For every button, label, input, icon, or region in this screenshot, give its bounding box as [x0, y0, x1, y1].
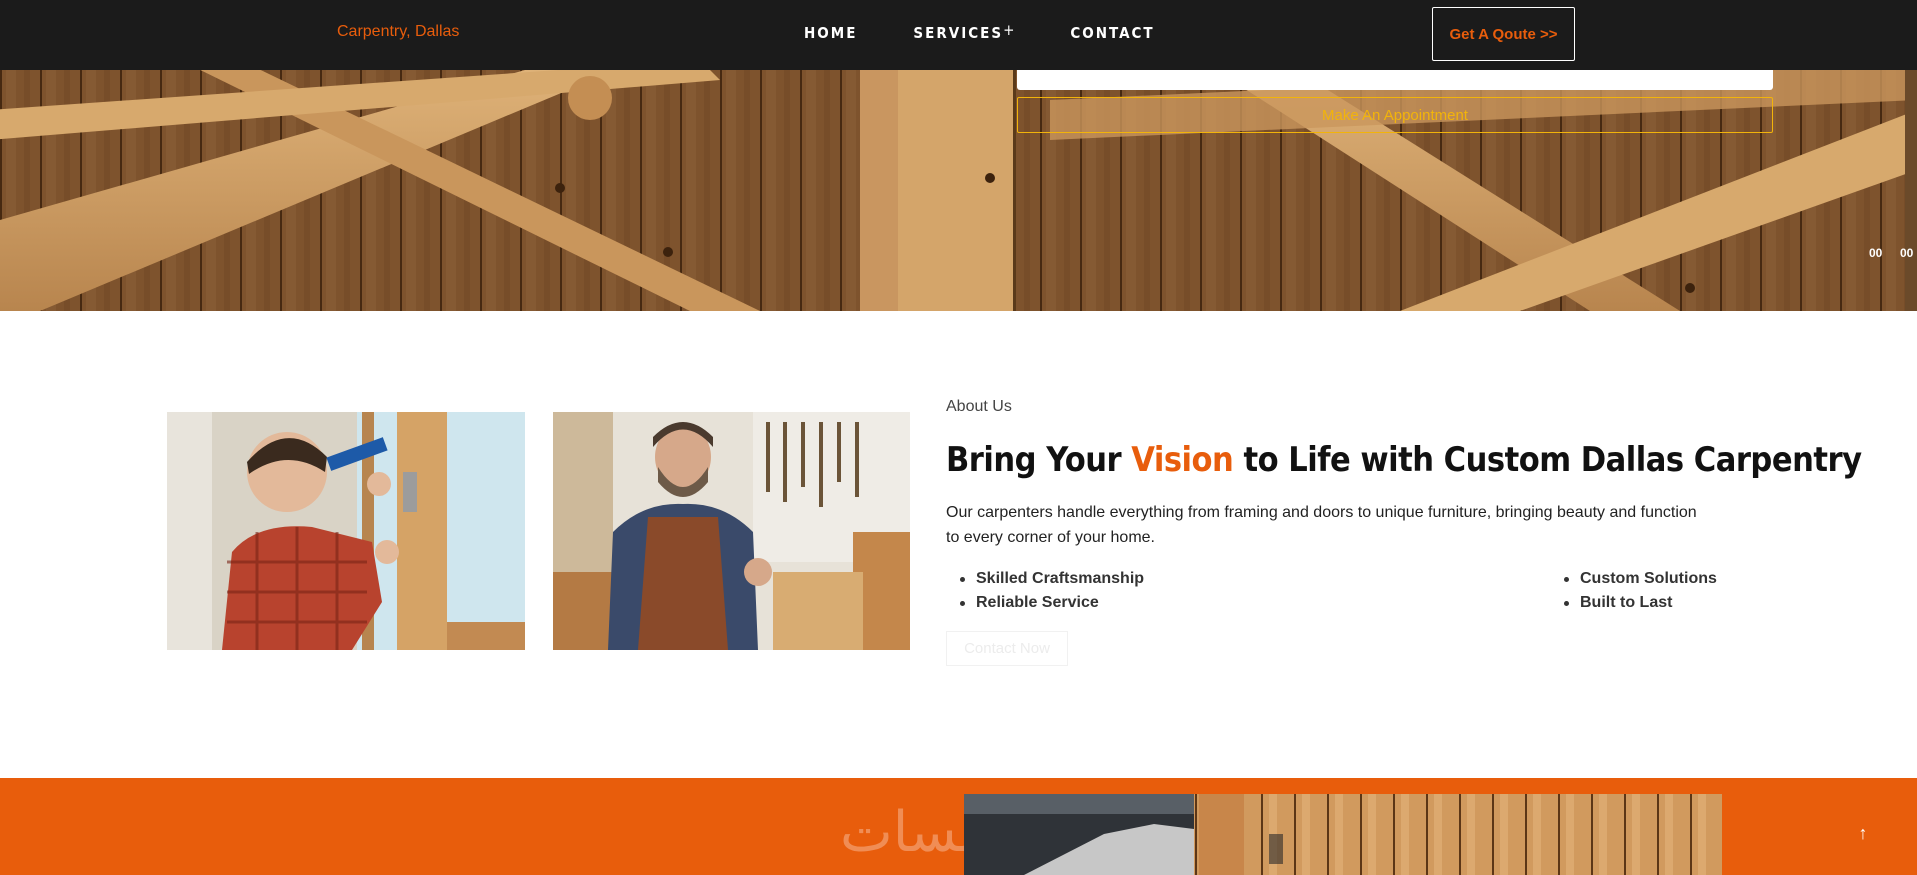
scroll-to-top-button[interactable]: ↑ — [1850, 820, 1876, 846]
wood-fence-photo — [964, 794, 1722, 875]
nav-home[interactable]: HOME — [804, 24, 857, 42]
nav-services[interactable]: SERVICES+ — [913, 21, 1015, 42]
list-item: Reliable Service — [946, 591, 1144, 615]
brand-text[interactable]: Carpentry, Dallas — [337, 23, 459, 41]
list-item: Skilled Craftsmanship — [946, 567, 1144, 591]
section-description: Our carpenters handle everything from fr… — [946, 504, 1697, 546]
contact-now-button[interactable]: Contact Now — [946, 631, 1068, 666]
title-part: Bring Your — [946, 440, 1132, 480]
main-nav: HOME SERVICES+ CONTACT — [804, 21, 1211, 42]
nav-services-label: SERVICES — [913, 24, 1004, 42]
section-label: About Us — [946, 398, 1012, 415]
counter-value: 00 — [1869, 246, 1883, 260]
counter-value: 00 — [1900, 246, 1914, 260]
carpenter-installing-lock-photo — [167, 412, 525, 650]
get-quote-button[interactable]: Get A Qoute >> — [1432, 7, 1575, 61]
features-list-right: Custom Solutions Built to Last — [1550, 567, 1717, 615]
form-input-field[interactable] — [1017, 70, 1773, 90]
section-title: Bring Your Vision to Life with Custom Da… — [946, 440, 1862, 480]
site-header: Carpentry, Dallas HOME SERVICES+ CONTACT… — [0, 0, 1917, 70]
features-list-left: Skilled Craftsmanship Reliable Service — [946, 567, 1144, 615]
plus-icon: + — [1003, 21, 1015, 39]
title-accent: Vision — [1131, 440, 1234, 480]
nav-contact[interactable]: CONTACT — [1070, 24, 1154, 42]
list-item: Custom Solutions — [1550, 567, 1717, 591]
title-part: to Life with Custom Dallas Carpentry — [1233, 440, 1862, 480]
smiling-carpenter-workshop-photo — [553, 412, 910, 650]
list-item: Built to Last — [1550, 591, 1717, 615]
make-appointment-button[interactable]: Make An Appointment — [1017, 97, 1773, 133]
